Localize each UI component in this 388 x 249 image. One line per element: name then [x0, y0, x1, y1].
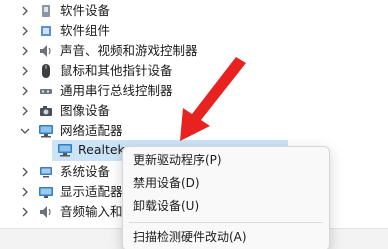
- audio-io-icon: [40, 206, 51, 218]
- tree-item-imaging-devices[interactable]: 图像设备: [0, 101, 388, 121]
- tree-item-label: 网络适配器: [60, 123, 123, 138]
- chevron-right-icon[interactable]: [20, 167, 30, 177]
- tree-item-mice[interactable]: 鼠标和其他指针设备: [0, 61, 388, 81]
- tree-item-label: 声音、视频和游戏控制器: [60, 43, 198, 58]
- chevron-right-icon[interactable]: [20, 106, 30, 116]
- mouse-icon: [42, 64, 50, 78]
- network-adapter-icon: [39, 125, 53, 138]
- device-label: Realtek: [78, 142, 125, 157]
- menu-item-disable-device[interactable]: 禁用设备(D): [133, 174, 200, 192]
- software-component-icon: [41, 26, 51, 36]
- menu-item-update-driver[interactable]: 更新驱动程序(P): [133, 151, 222, 169]
- device-manager-view: 软件设备 软件组件 声音、视频和游戏控制器 鼠标和其他指针设备 通用串行总线控制…: [0, 0, 388, 249]
- software-device-icon: [42, 5, 50, 17]
- tree-item-usb-controllers[interactable]: 通用串行总线控制器: [0, 81, 388, 101]
- chevron-right-icon[interactable]: [20, 66, 30, 76]
- tree-item-label: 图像设备: [60, 103, 111, 118]
- tree-item-label: 软件组件: [60, 23, 111, 38]
- chevron-right-icon[interactable]: [20, 187, 30, 197]
- tree-item-label: 显示适配器: [60, 184, 123, 199]
- tree-item-sound-video-game[interactable]: 声音、视频和游戏控制器: [0, 41, 388, 61]
- tree-item-software-devices[interactable]: 软件设备: [0, 1, 388, 21]
- chevron-right-icon[interactable]: [20, 46, 30, 56]
- chevron-right-icon[interactable]: [20, 26, 30, 36]
- tree-item-label: 鼠标和其他指针设备: [60, 63, 173, 78]
- tree-item-label: 通用串行总线控制器: [60, 83, 173, 98]
- tree-item-network-adapters[interactable]: 网络适配器: [0, 121, 388, 141]
- context-menu: 更新驱动程序(P) 禁用设备(D) 卸载设备(U) 扫描检测硬件改动(A): [122, 146, 330, 249]
- camera-icon: [40, 106, 52, 116]
- network-adapter-icon: [58, 144, 72, 157]
- menu-item-uninstall-device[interactable]: 卸载设备(U): [133, 197, 199, 215]
- usb-icon: [40, 89, 52, 94]
- system-device-icon: [40, 167, 52, 178]
- speaker-icon: [40, 45, 51, 57]
- chevron-right-icon[interactable]: [20, 6, 30, 16]
- tree-item-label: 系统设备: [60, 164, 111, 179]
- menu-separator: [129, 222, 323, 223]
- chevron-right-icon[interactable]: [20, 86, 30, 96]
- tree-item-label: 软件设备: [60, 3, 111, 18]
- tree-item-software-components[interactable]: 软件组件: [0, 21, 388, 41]
- menu-item-scan-hardware-changes[interactable]: 扫描检测硬件改动(A): [133, 228, 247, 246]
- display-adapter-icon: [39, 187, 53, 198]
- chevron-right-icon[interactable]: [20, 207, 30, 217]
- chevron-down-icon[interactable]: [20, 126, 30, 136]
